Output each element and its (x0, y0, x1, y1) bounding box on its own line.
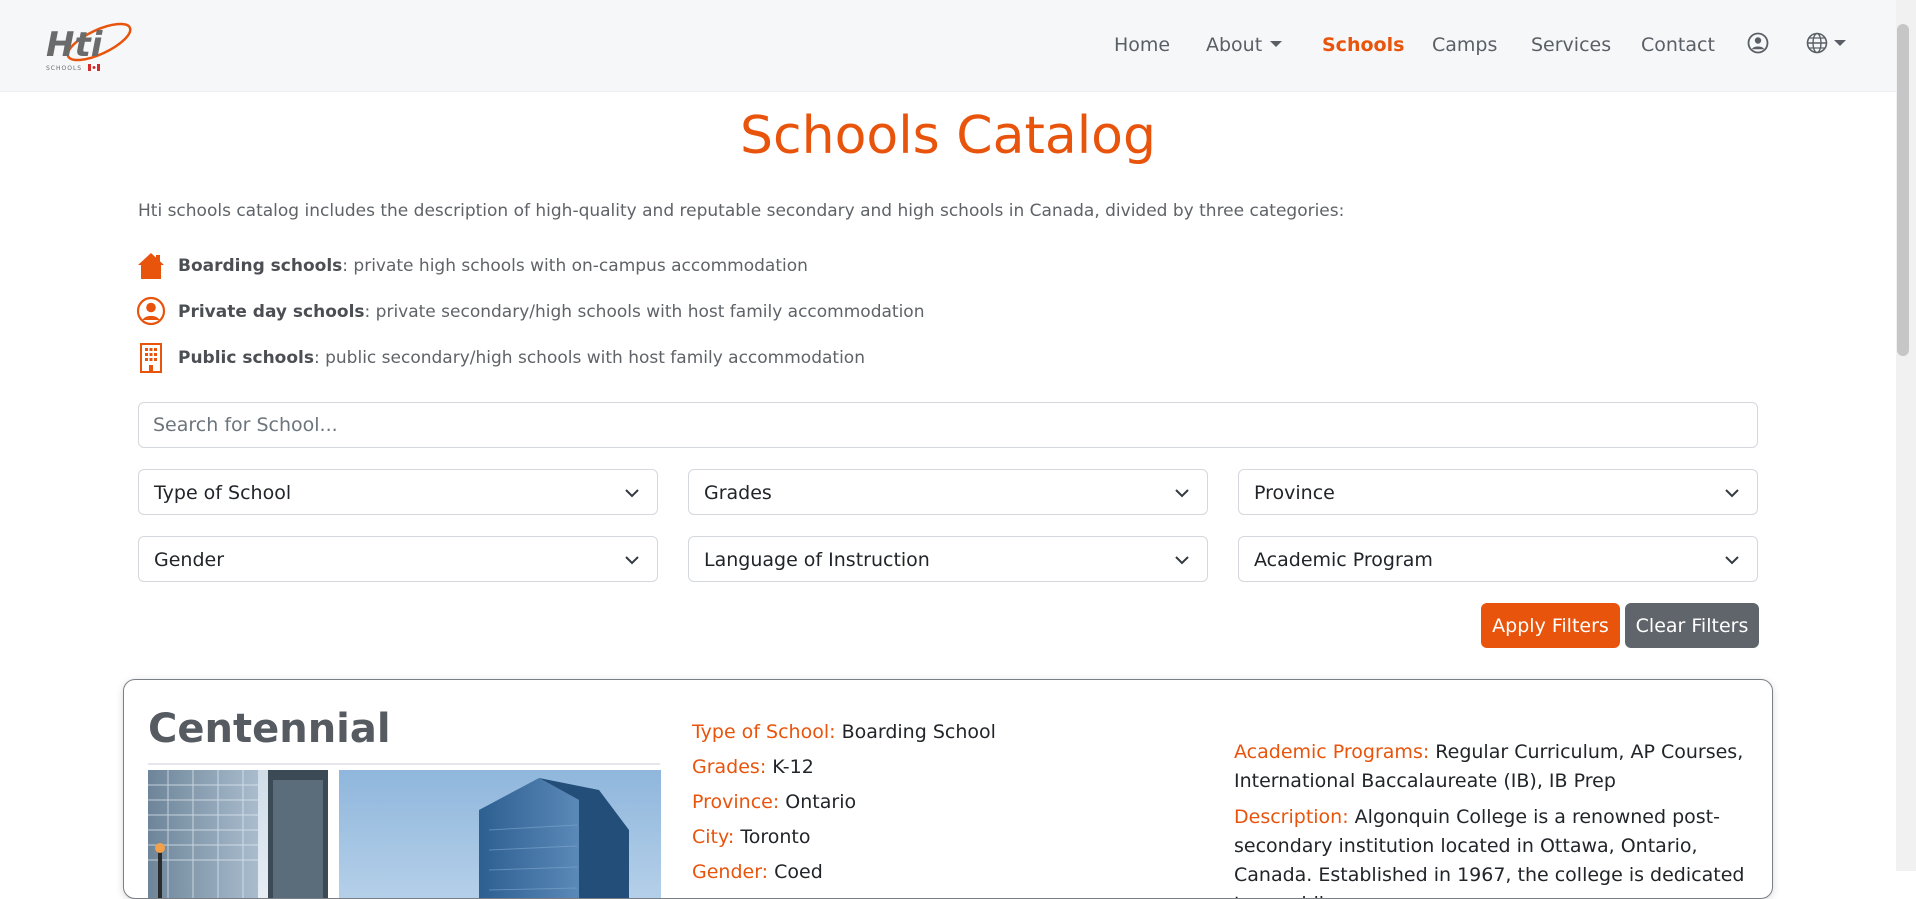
chevron-down-icon (1175, 556, 1189, 565)
apply-filters-button[interactable]: Apply Filters (1481, 603, 1620, 648)
filter-language-of-instruction[interactable]: Language of Instruction (688, 536, 1208, 582)
school-city-row: City: Toronto (692, 826, 811, 848)
house-icon (138, 253, 164, 279)
top-navbar: Hti SCHOOLS Home About Schools Camps Ser… (0, 0, 1896, 92)
school-name[interactable]: Centennial (148, 706, 391, 752)
chevron-down-icon (1175, 489, 1189, 498)
school-programs: Academic Programs: Regular Curriculum, A… (1234, 741, 1744, 792)
school-province-row: Province: Ontario (692, 791, 857, 813)
school-gender-row: Gender: Coed (692, 861, 823, 883)
svg-text:Hti: Hti (46, 25, 104, 65)
school-photo-2[interactable] (339, 770, 661, 898)
language-selector[interactable] (1806, 32, 1852, 58)
page-title: Schools Catalog (740, 106, 1156, 166)
hti-logo[interactable]: Hti SCHOOLS (44, 16, 134, 74)
category-private-day-text: Private day schools: private secondary/h… (178, 302, 925, 322)
filter-grades[interactable]: Grades (688, 469, 1208, 515)
user-account-icon[interactable] (1747, 32, 1769, 58)
scrollbar-thumb[interactable] (1897, 24, 1909, 356)
filter-gender-label: Gender (154, 549, 225, 571)
nav-about-dropdown[interactable]: About (1206, 34, 1283, 56)
filter-grades-label: Grades (704, 482, 772, 504)
chevron-down-icon (625, 489, 639, 498)
school-card[interactable]: Centennial Type of School: Boarding Scho… (123, 679, 1773, 899)
category-private-day: Private day schools: private secondary/h… (136, 295, 924, 329)
clear-filters-button[interactable]: Clear Filters (1625, 603, 1759, 648)
school-description: Description: Algonquin College is a reno… (1234, 806, 1745, 898)
person-circle-icon (136, 296, 166, 326)
nav-contact[interactable]: Contact (1641, 34, 1715, 56)
filter-language-label: Language of Instruction (704, 549, 930, 571)
nav-camps[interactable]: Camps (1432, 34, 1497, 56)
filter-province[interactable]: Province (1238, 469, 1758, 515)
nav-about-label: About (1206, 34, 1263, 56)
school-photo-1[interactable] (148, 770, 328, 898)
category-public: Public schools: public secondary/high sc… (136, 341, 865, 375)
school-grades-row: Grades: K-12 (692, 756, 814, 778)
nav-services[interactable]: Services (1531, 34, 1611, 56)
category-boarding-text: Boarding schools: private high schools w… (178, 256, 808, 276)
caret-down-icon (1270, 41, 1283, 47)
filter-province-label: Province (1254, 482, 1335, 504)
chevron-down-icon (625, 556, 639, 565)
school-type-row: Type of School: Boarding School (692, 721, 996, 743)
nav-home[interactable]: Home (1114, 34, 1170, 56)
filter-academic-program[interactable]: Academic Program (1238, 536, 1758, 582)
card-divider (148, 763, 660, 765)
category-public-text: Public schools: public secondary/high sc… (178, 348, 865, 368)
school-search-input[interactable] (138, 402, 1758, 448)
nav-schools[interactable]: Schools (1322, 34, 1404, 56)
filter-type-label: Type of School (154, 482, 292, 504)
category-boarding: Boarding schools: private high schools w… (136, 249, 808, 283)
building-icon (140, 343, 162, 373)
filter-gender[interactable]: Gender (138, 536, 658, 582)
chevron-down-icon (1725, 489, 1739, 498)
chevron-down-icon (1725, 556, 1739, 565)
filter-type-of-school[interactable]: Type of School (138, 469, 658, 515)
filter-program-label: Academic Program (1254, 549, 1433, 571)
intro-text: Hti schools catalog includes the descrip… (138, 201, 1345, 221)
globe-icon (1806, 32, 1846, 54)
svg-text:SCHOOLS: SCHOOLS (46, 65, 82, 72)
